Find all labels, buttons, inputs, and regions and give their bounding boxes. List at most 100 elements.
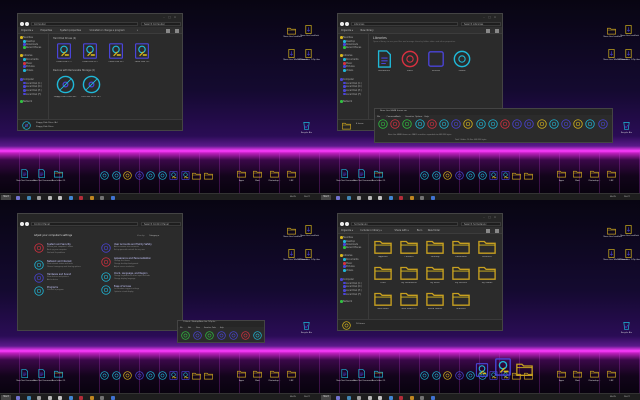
- close-button[interactable]: ×: [493, 215, 497, 219]
- folder-icon[interactable]: [452, 263, 470, 281]
- taskbar-app-icon[interactable]: [409, 195, 414, 200]
- iconpack-folder-icon[interactable]: [287, 226, 296, 235]
- back-button[interactable]: [340, 21, 344, 26]
- category-icon[interactable]: [101, 285, 111, 295]
- toolbar-tool-icon[interactable]: [463, 119, 474, 129]
- folder-icon[interactable]: [203, 371, 213, 380]
- text-document-icon[interactable]: [340, 169, 349, 178]
- toolbar-tool-icon[interactable]: [193, 331, 202, 340]
- nav-item[interactable]: Local Disk (D:): [23, 85, 42, 88]
- folder-icon[interactable]: [270, 169, 279, 178]
- category-link[interactable]: Find and fix problems: [47, 252, 65, 254]
- nav-item[interactable]: Videos: [23, 69, 33, 72]
- hard-drive-icon[interactable]: [56, 43, 72, 59]
- toolbar-tool-icon[interactable]: [181, 331, 190, 340]
- theme-pack-icon[interactable]: [304, 225, 313, 234]
- category-icon[interactable]: [34, 286, 44, 296]
- theme-pack-icon[interactable]: [607, 49, 616, 58]
- theme-pack-icon[interactable]: [304, 249, 313, 258]
- nav-item[interactable]: Libraries: [20, 54, 32, 57]
- folder-icon[interactable]: [590, 369, 599, 378]
- user-icon[interactable]: [123, 371, 132, 380]
- folder-icon[interactable]: [573, 169, 582, 178]
- folder-icon[interactable]: [374, 369, 383, 378]
- category-link[interactable]: Uninstall a program: [47, 289, 64, 291]
- taskbar-app-icon[interactable]: [110, 395, 115, 400]
- recycle-bin-icon[interactable]: [302, 321, 311, 330]
- taskbar-app-icon[interactable]: [110, 195, 115, 200]
- folder-icon[interactable]: [400, 237, 418, 255]
- taskbar-app-icon[interactable]: [100, 195, 104, 200]
- nav-item[interactable]: Videos: [343, 69, 353, 72]
- gamepad-icon[interactable]: [134, 171, 144, 180]
- category-icon[interactable]: [101, 257, 111, 267]
- nav-item[interactable]: Local Disk (F:): [343, 292, 361, 296]
- start-button[interactable]: Start: [1, 395, 11, 400]
- folder-icon[interactable]: [270, 369, 279, 378]
- folder-icon[interactable]: [426, 289, 444, 307]
- category-link[interactable]: Optimize visual display: [114, 291, 134, 293]
- toolbar-button[interactable]: Burn: [417, 229, 422, 232]
- maximize-button[interactable]: □: [168, 15, 172, 19]
- folder-icon[interactable]: [452, 237, 470, 255]
- close-button[interactable]: ×: [173, 15, 177, 19]
- nav-item[interactable]: Network: [340, 100, 352, 103]
- taskbar-app-icon[interactable]: [388, 395, 393, 400]
- taskbar-app-icon[interactable]: [16, 195, 20, 200]
- search-field[interactable]: Search Control Panel: [141, 221, 181, 226]
- nav-item[interactable]: Documents: [343, 258, 358, 261]
- taskbar-app-icon[interactable]: [420, 195, 424, 200]
- taskbar-app-icon[interactable]: [357, 395, 361, 400]
- taskbar-app-icon[interactable]: [89, 195, 94, 200]
- taskbar-app-icon[interactable]: [367, 195, 372, 200]
- help-icon[interactable]: [477, 171, 487, 180]
- computer-icon[interactable]: [420, 171, 429, 180]
- toolbar-tool-icon[interactable]: [597, 119, 608, 129]
- preview-pane-button[interactable]: [175, 28, 179, 33]
- folder-icon[interactable]: [253, 169, 262, 178]
- gamepad-icon[interactable]: [134, 371, 144, 380]
- drive-icon[interactable]: [181, 371, 190, 380]
- pictures-icon[interactable]: [427, 50, 445, 68]
- category-icon[interactable]: [34, 273, 44, 283]
- search-field[interactable]: Search hometangy: [461, 221, 501, 226]
- text-document-icon[interactable]: [340, 369, 349, 378]
- folder-icon[interactable]: [590, 169, 599, 178]
- nav-item[interactable]: Local Disk (D:): [343, 85, 362, 88]
- toolbar-tool-icon[interactable]: [414, 119, 425, 129]
- iconpack-folder-icon[interactable]: [287, 26, 296, 35]
- folder-icon[interactable]: [557, 369, 566, 378]
- iconpack-folder-icon[interactable]: [607, 226, 616, 235]
- globe-icon[interactable]: [111, 171, 121, 180]
- folder-icon[interactable]: [426, 263, 444, 281]
- taskbar-app-icon[interactable]: [47, 395, 52, 400]
- hard-drive-icon[interactable]: [82, 43, 98, 59]
- window-icon[interactable]: [146, 371, 155, 380]
- nav-item[interactable]: Libraries: [340, 254, 352, 257]
- search-field[interactable]: Search Libraries: [461, 21, 501, 26]
- nav-item[interactable]: Recent Places: [343, 246, 361, 249]
- taskbar-app-icon[interactable]: [37, 195, 41, 200]
- view-options-button[interactable]: [486, 28, 490, 33]
- address-field[interactable]: hometangy: [351, 221, 458, 226]
- toolbar-tool-icon[interactable]: [475, 119, 486, 129]
- nav-item[interactable]: Network: [340, 300, 352, 303]
- toolbar-tool-icon[interactable]: [402, 119, 413, 129]
- toolbar-button[interactable]: New folder: [428, 229, 440, 232]
- taskbar-app-icon[interactable]: [68, 195, 73, 200]
- theme-pack-icon[interactable]: [287, 249, 296, 258]
- nav-item[interactable]: Favorites: [340, 236, 353, 239]
- taskbar-app-icon[interactable]: [58, 395, 62, 400]
- forward-button[interactable]: [345, 21, 349, 26]
- category-link[interactable]: Set up parental controls for any user: [114, 249, 145, 251]
- maximize-button[interactable]: □: [488, 15, 492, 19]
- theme-pack-icon[interactable]: [607, 249, 616, 258]
- globe-icon[interactable]: [431, 171, 441, 180]
- taskbar-app-icon[interactable]: [357, 195, 361, 200]
- start-button[interactable]: Start: [1, 195, 11, 200]
- category-icon[interactable]: [34, 260, 44, 270]
- minimize-button[interactable]: –: [162, 15, 166, 19]
- taskbar-app-icon[interactable]: [346, 195, 351, 200]
- toolbar-tool-icon[interactable]: [536, 119, 547, 129]
- drive-icon[interactable]: [489, 171, 498, 180]
